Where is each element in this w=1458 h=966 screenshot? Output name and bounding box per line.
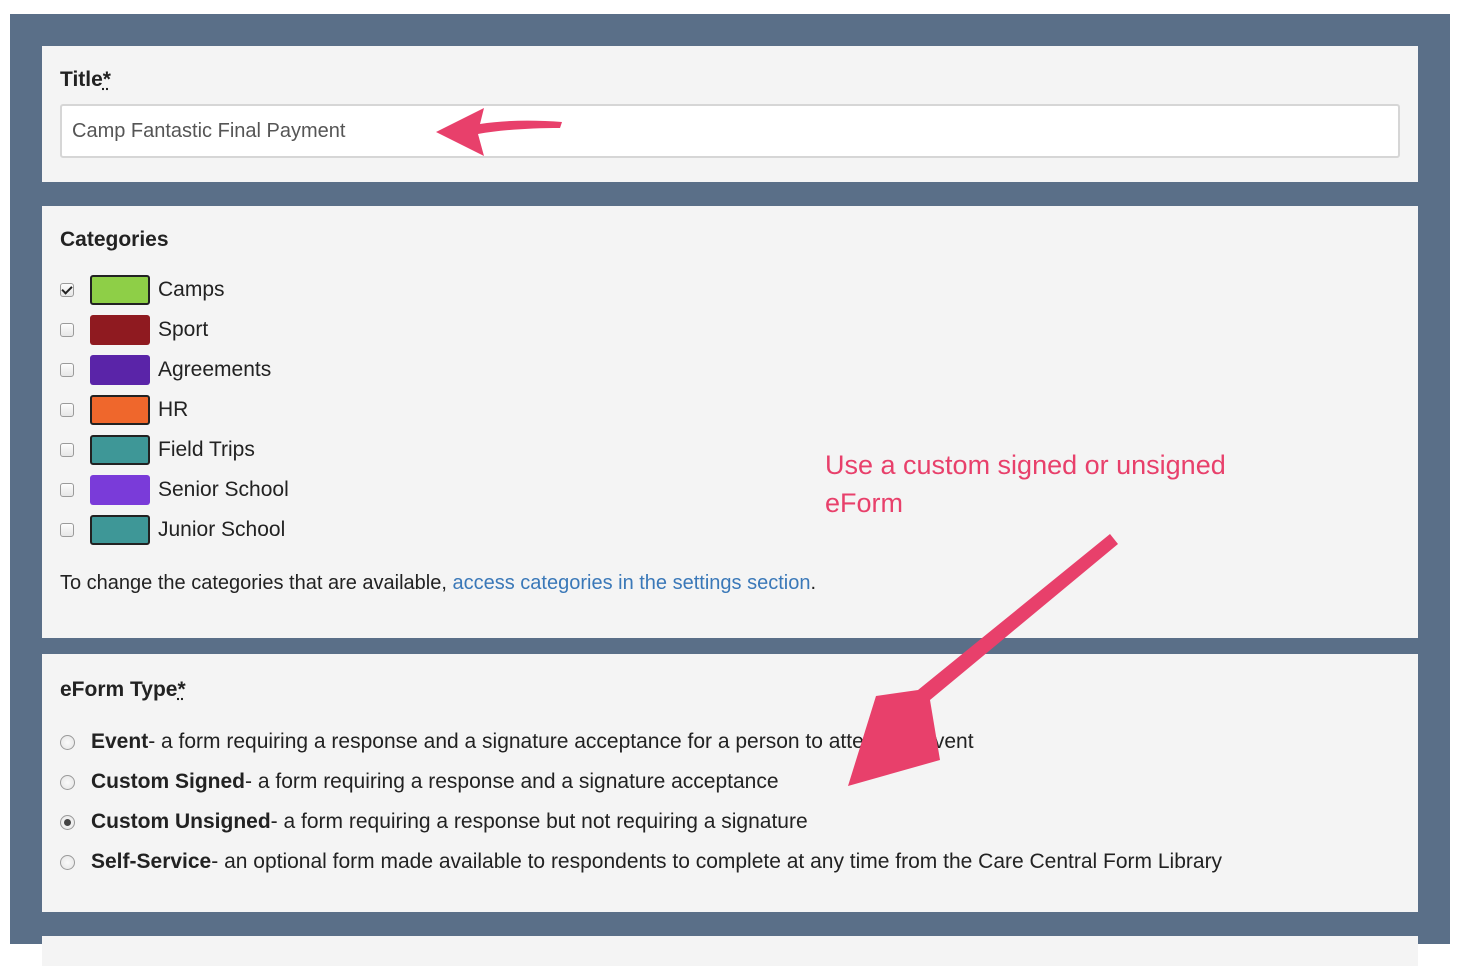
category-item[interactable]: Agreements [60,350,289,390]
eform-type-description: - a form requiring a response but not re… [270,810,808,833]
title-label: Title* [60,68,111,91]
category-checkbox[interactable] [60,323,74,337]
title-panel: Title* [42,46,1418,182]
category-item[interactable]: Sport [60,310,289,350]
settings-categories-link[interactable]: access categories in the settings sectio… [452,572,810,594]
required-mark: * [177,678,186,701]
note-suffix: . [810,572,817,594]
eform-type-radio[interactable] [60,774,75,790]
category-name: Agreements [158,358,272,381]
eform-type-description: - an optional form made available to res… [211,850,1223,873]
annotation-text: Use a custom signed or unsigned eForm [825,450,1226,518]
category-checkbox[interactable] [60,283,74,297]
category-item[interactable]: HR [60,390,289,430]
category-color-swatch [90,515,150,545]
eform-type-options: Event - a form requiring a response and … [60,722,1222,882]
eform-type-description: - a form requiring a response and a sign… [245,770,779,793]
category-color-swatch [90,475,150,505]
category-checkbox[interactable] [60,483,74,497]
required-mark: * [102,68,111,91]
eform-type-label: eForm Type* [60,678,186,701]
eform-type-name: Custom Signed [91,770,246,793]
category-name: Senior School [158,478,289,501]
category-name: Camps [158,278,225,301]
category-item[interactable]: Senior School [60,470,289,510]
category-color-swatch [90,355,150,385]
category-item[interactable]: Field Trips [60,430,289,470]
eform-type-option[interactable]: Custom Signed - a form requiring a respo… [60,762,1222,802]
category-list: Camps Sport Agreements HR Field Trips Senior … [60,270,289,550]
eform-type-radio[interactable] [60,734,75,750]
category-name: Junior School [158,518,286,541]
eform-type-name: Event [91,730,149,753]
category-color-swatch [90,315,150,345]
category-name: Field Trips [158,438,255,461]
category-color-swatch [90,275,150,305]
eform-type-option[interactable]: Custom Unsigned - a form requiring a res… [60,802,1222,842]
category-name: Sport [158,318,209,341]
category-color-swatch [90,435,150,465]
eform-type-name: Custom Unsigned [91,810,271,833]
eform-type-option[interactable]: Self-Service - an optional form made ava… [60,842,1222,882]
category-item[interactable]: Camps [60,270,289,310]
eform-type-option[interactable]: Event - a form requiring a response and … [60,722,1222,762]
eform-type-panel: eForm Type* Event - a form requiring a r… [42,654,1418,912]
category-checkbox[interactable] [60,523,74,537]
category-checkbox[interactable] [60,443,74,457]
next-panel [42,936,1418,966]
eform-type-radio[interactable] [60,814,75,830]
note-text: To change the categories that are availa… [60,572,453,594]
categories-note: To change the categories that are availa… [60,572,816,595]
eform-type-radio[interactable] [60,854,75,870]
category-checkbox[interactable] [60,363,74,377]
title-input[interactable] [60,104,1400,158]
category-item[interactable]: Junior School [60,510,289,550]
categories-label: Categories [60,228,169,251]
categories-panel: Categories Camps Sport Agreements HR Field T… [42,206,1418,638]
eform-type-description: - a form requiring a response and a sign… [148,730,974,753]
eform-type-name: Self-Service [91,850,212,873]
category-name: HR [158,398,189,421]
category-color-swatch [90,395,150,425]
category-checkbox[interactable] [60,403,74,417]
